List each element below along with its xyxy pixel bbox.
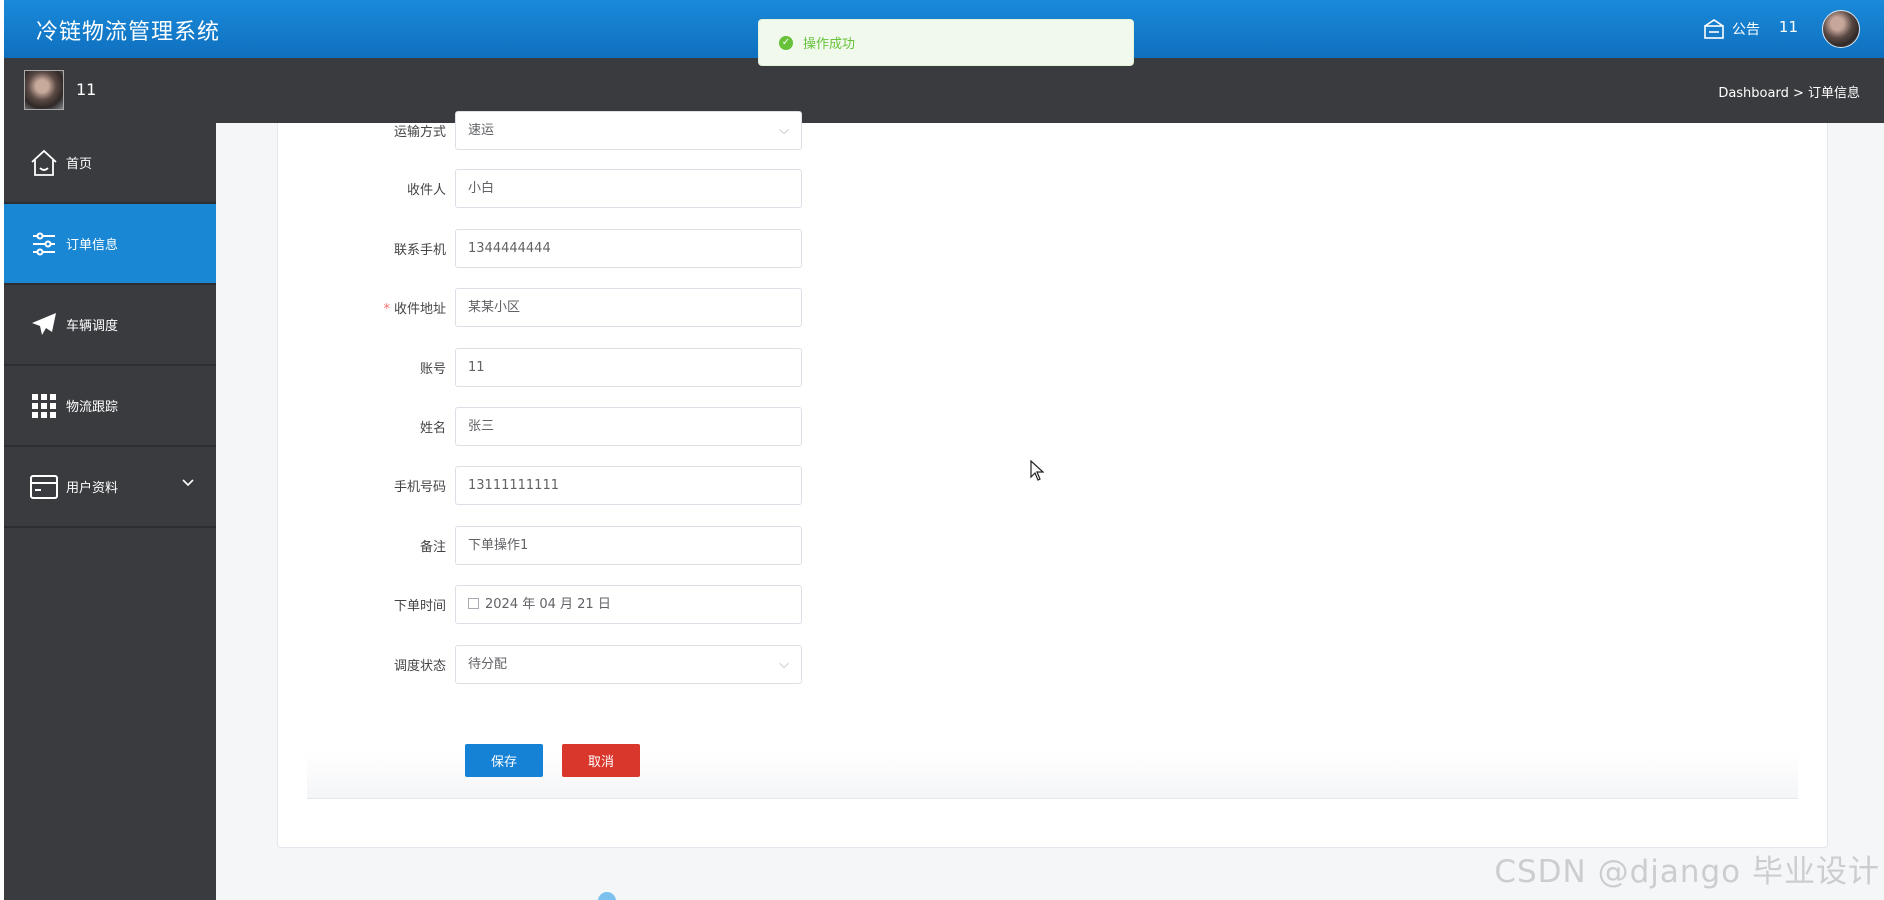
system-title: 冷链物流管理系统 (36, 20, 221, 45)
chevron-down-icon[interactable] (182, 479, 194, 487)
field-label: 调度状态 (393, 659, 446, 674)
sidebar-item-label: 用户资料 (66, 481, 119, 496)
form-row-address: * 收件地址 某某小区 (216, 288, 802, 328)
mobile-input[interactable]: 13111111111 (455, 466, 802, 505)
field-label: 下单时间 (393, 599, 446, 614)
mouse-cursor-icon (1030, 460, 1044, 481)
address-input[interactable]: 某某小区 (455, 288, 802, 327)
success-toast: ✓ 操作成功 (758, 19, 1134, 66)
check-circle-icon: ✓ (779, 35, 793, 50)
card-icon (28, 471, 60, 503)
watermark: CSDN @django 毕业设计 (1494, 854, 1880, 890)
notice-icon (1704, 19, 1724, 39)
transport-mode-select[interactable]: 速运 ⌵ (455, 111, 802, 150)
home-icon (28, 147, 60, 179)
form-row-transport-mode: 运输方式 速运 ⌵ (216, 111, 802, 151)
sidebar-item-label: 物流跟踪 (66, 400, 119, 415)
form-row-order-time: 下单时间 2024 年 04 月 21 日 (216, 585, 802, 625)
field-label: 姓名 (419, 421, 446, 436)
header-username[interactable]: 11 (1779, 18, 1798, 36)
form-row-remark: 备注 下单操作1 (216, 526, 802, 566)
breadcrumb[interactable]: Dashboard > 订单信息 (1718, 82, 1860, 101)
contact-phone-input[interactable]: 1344444444 (455, 229, 802, 268)
sidebar-item-logistics-tracking[interactable]: 物流跟踪 (4, 366, 216, 447)
notice-label: 公告 (1732, 22, 1760, 38)
form-row-dispatch-status: 调度状态 待分配 ⌵ (216, 645, 802, 685)
toast-message: 操作成功 (803, 37, 856, 52)
chevron-down-icon: ⌵ (779, 123, 789, 138)
chevron-down-icon: ⌵ (779, 657, 789, 672)
field-label: 运输方式 (393, 125, 446, 140)
account-input[interactable]: 11 (455, 348, 802, 387)
form-row-name: 姓名 张三 (216, 407, 802, 447)
remark-input[interactable]: 下单操作1 (455, 526, 802, 565)
calendar-icon (468, 598, 479, 609)
save-button[interactable]: 保存 (465, 744, 543, 777)
required-mark: * (383, 302, 390, 317)
cancel-button[interactable]: 取消 (562, 744, 640, 777)
recipient-input[interactable]: 小白 (455, 169, 802, 208)
notice-button[interactable]: 公告 (1702, 18, 1760, 40)
form-row-account: 账号 11 (216, 348, 802, 388)
dispatch-status-select[interactable]: 待分配 ⌵ (455, 645, 802, 684)
name-input[interactable]: 张三 (455, 407, 802, 446)
sidebar-item-home[interactable]: 首页 (4, 123, 216, 204)
sidebar-item-vehicle-dispatch[interactable]: 车辆调度 (4, 285, 216, 366)
field-label: 账号 (419, 362, 446, 377)
paper-plane-icon (28, 309, 60, 341)
sidebar-item-label: 车辆调度 (66, 319, 119, 334)
field-label: 手机号码 (393, 480, 446, 495)
subbar-username: 11 (76, 80, 97, 99)
sidebar-item-user-profile[interactable]: 用户资料 (4, 447, 216, 528)
app-root: 冷链物流管理系统 公告 11 ✓ 操作成功 11 Dashboard > 订单信… (0, 0, 1884, 900)
sidebar-item-label: 订单信息 (66, 238, 119, 253)
header-avatar[interactable] (1822, 10, 1860, 48)
sidebar-item-label: 首页 (66, 157, 93, 172)
form-row-contact-phone: 联系手机 1344444444 (216, 229, 802, 269)
field-label: 联系手机 (393, 243, 446, 258)
form-row-mobile: 手机号码 13111111111 (216, 466, 802, 506)
field-label: * 收件地址 (383, 302, 446, 317)
field-label: 备注 (419, 540, 446, 555)
grid-icon (28, 390, 60, 422)
avatar[interactable] (24, 70, 64, 110)
order-date-picker[interactable]: 2024 年 04 月 21 日 (455, 585, 802, 624)
form-row-recipient: 收件人 小白 (216, 169, 802, 209)
field-label: 收件人 (406, 183, 446, 198)
sidebar: 首页 订单信息 车辆调度 物流跟踪 用户资料 (4, 123, 216, 900)
sliders-icon (28, 228, 60, 260)
sidebar-item-orders[interactable]: 订单信息 (4, 204, 216, 285)
